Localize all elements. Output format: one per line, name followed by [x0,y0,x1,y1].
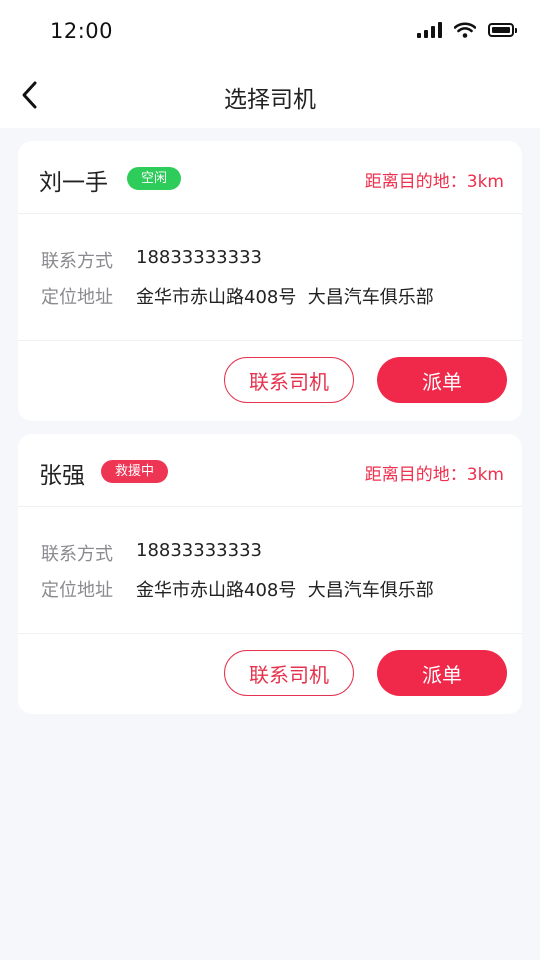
status-badge: 空闲 [127,167,182,190]
driver-card: 刘一手 空闲 距离目的地：3km 联系方式 18833333333 定位地址 金… [18,141,522,421]
status-badge: 救援中 [101,460,169,483]
dispatch-button[interactable]: 派单 [377,357,507,403]
contact-driver-button[interactable]: 联系司机 [224,357,354,403]
distance-text: 距离目的地：3km [364,172,504,192]
location-label: 定位地址 [41,580,113,601]
status-bar: 12:00 [0,0,540,62]
contact-driver-button[interactable]: 联系司机 [224,650,354,696]
driver-select-screen: 12:00 选择司机 刘一手 空闲 距离目的地：3km 联系方式 1883333… [0,0,540,960]
phone-label: 联系方式 [41,544,113,565]
phone-value: 18833333333 [136,247,262,268]
location-row: 定位地址 金华市赤山路408号 大昌汽车俱乐部 [41,283,434,309]
wifi-icon [454,22,476,38]
location-row: 定位地址 金华市赤山路408号 大昌汽车俱乐部 [41,576,434,602]
phone-value: 18833333333 [136,540,262,561]
driver-card-actions: 联系司机 派单 [18,634,522,713]
phone-row: 联系方式 18833333333 [41,540,262,566]
driver-name: 张强 [39,463,85,489]
driver-name: 刘一手 [39,170,108,196]
location-value: 金华市赤山路408号 大昌汽车俱乐部 [136,580,434,601]
driver-card-header: 刘一手 空闲 距离目的地：3km [18,141,522,214]
driver-card: 张强 救援中 距离目的地：3km 联系方式 18833333333 定位地址 金… [18,434,522,714]
status-time: 12:00 [50,19,114,43]
driver-card-header: 张强 救援中 距离目的地：3km [18,434,522,507]
driver-card-info: 联系方式 18833333333 定位地址 金华市赤山路408号 大昌汽车俱乐部 [18,214,522,341]
driver-card-info: 联系方式 18833333333 定位地址 金华市赤山路408号 大昌汽车俱乐部 [18,507,522,634]
page-title: 选择司机 [224,87,316,113]
nav-header: 选择司机 [0,62,540,128]
location-value: 金华市赤山路408号 大昌汽车俱乐部 [136,287,434,308]
location-label: 定位地址 [41,287,113,308]
dispatch-button[interactable]: 派单 [377,650,507,696]
driver-card-actions: 联系司机 派单 [18,341,522,420]
phone-row: 联系方式 18833333333 [41,247,262,273]
signal-icon [417,22,442,38]
status-icons [417,22,517,38]
battery-icon [488,23,517,37]
phone-label: 联系方式 [41,251,113,272]
distance-text: 距离目的地：3km [364,465,504,485]
